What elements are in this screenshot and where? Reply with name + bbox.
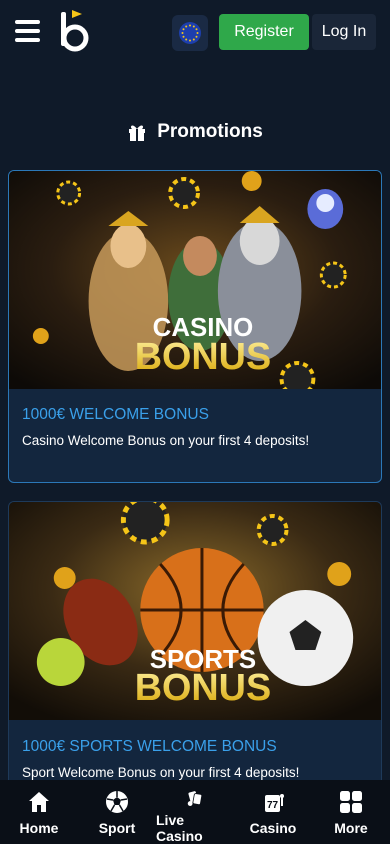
promo-description: Sport Welcome Bonus on your first 4 depo… bbox=[22, 765, 300, 780]
nav-sport-label: Sport bbox=[98, 820, 136, 836]
grid-icon bbox=[340, 791, 362, 813]
nav-more-label: More bbox=[334, 820, 368, 836]
promo-description: Casino Welcome Bonus on your first 4 dep… bbox=[22, 433, 310, 448]
sports-bonus-banner: SPORTS BONUS bbox=[9, 502, 381, 720]
nav-sport[interactable]: Sport bbox=[78, 780, 156, 844]
promo-card-sports[interactable]: SPORTS BONUS 1000€ SPORTS WELCOME BONUS … bbox=[8, 501, 382, 791]
nav-casino-label: Casino bbox=[249, 820, 297, 836]
promo-title[interactable]: 1000€ SPORTS WELCOME BONUS bbox=[22, 738, 277, 756]
nav-live-casino[interactable]: Live Casino bbox=[156, 780, 234, 844]
page-title-text: Promotions bbox=[157, 121, 263, 142]
page-title: Promotions bbox=[0, 118, 390, 146]
nav-home-label: Home bbox=[19, 820, 59, 836]
nav-home[interactable]: Home bbox=[0, 780, 78, 844]
register-button[interactable]: Register bbox=[219, 14, 309, 50]
slot-machine-icon: 77 bbox=[265, 794, 284, 812]
bottom-nav: Home Sport Live Casino 77 Casino More bbox=[0, 780, 390, 844]
nav-live-casino-label: Live Casino bbox=[156, 812, 203, 844]
menu-icon[interactable] bbox=[15, 20, 40, 42]
gift-icon bbox=[129, 125, 146, 141]
banner-line2: BONUS bbox=[135, 667, 271, 709]
cards-icon bbox=[187, 791, 203, 806]
language-selector[interactable] bbox=[172, 15, 208, 51]
nav-more[interactable]: More bbox=[312, 780, 390, 844]
promo-card-casino[interactable]: CASINO BONUS 1000€ WELCOME BONUS Casino … bbox=[8, 170, 382, 483]
brand-logo[interactable] bbox=[58, 10, 90, 52]
banner-line2: BONUS bbox=[135, 336, 271, 378]
promo-title[interactable]: 1000€ WELCOME BONUS bbox=[22, 406, 209, 424]
svg-text:77: 77 bbox=[267, 800, 279, 811]
eu-flag-icon bbox=[179, 22, 201, 44]
home-icon bbox=[29, 792, 49, 812]
nav-casino[interactable]: 77 Casino bbox=[234, 780, 312, 844]
soccer-ball-icon bbox=[106, 791, 128, 813]
top-bar: Register Log In bbox=[0, 0, 390, 64]
login-button[interactable]: Log In bbox=[312, 14, 376, 50]
casino-bonus-banner: CASINO BONUS bbox=[9, 171, 381, 389]
